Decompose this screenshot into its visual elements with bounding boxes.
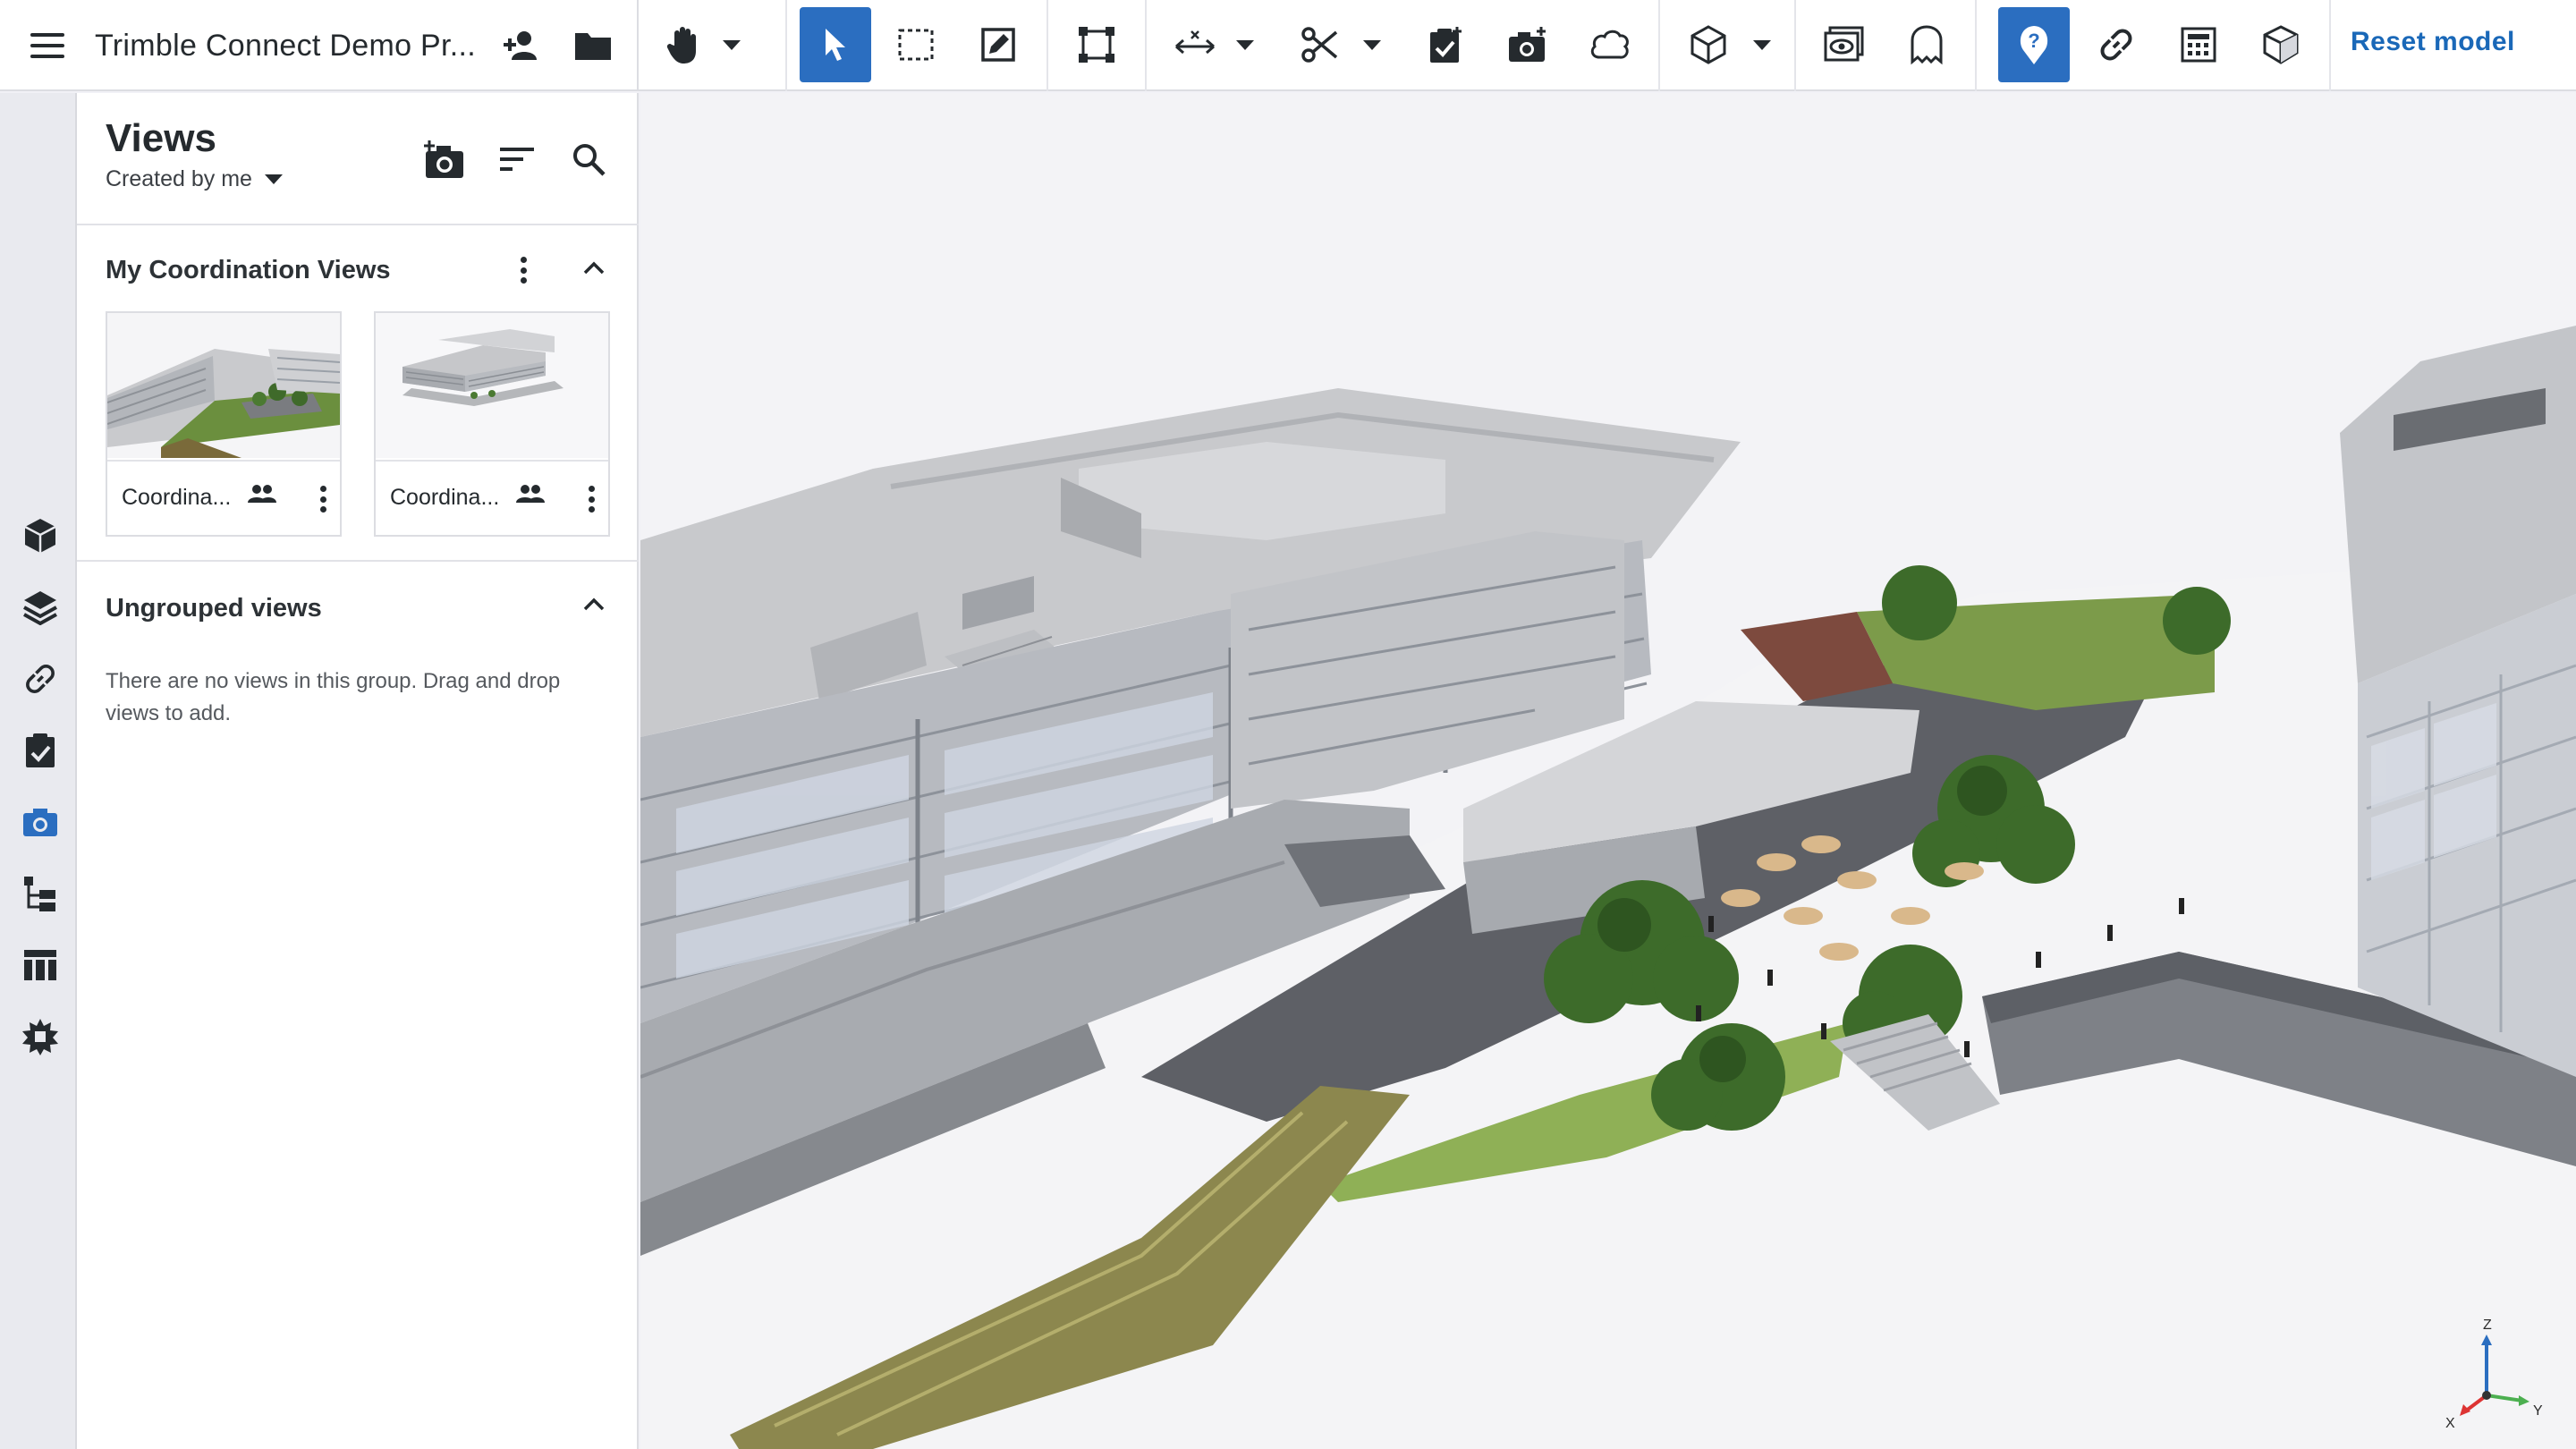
camera-plus-icon[interactable] [420,134,470,184]
toolbar-divider [1046,0,1048,91]
created-by-filter[interactable]: Created by me [106,166,283,192]
view-card[interactable]: Coordina... [106,311,342,537]
view-card[interactable]: Coordina... [374,311,610,537]
group-title[interactable]: Ungrouped views [106,594,322,623]
toolbar-divider [1794,0,1796,91]
toolbar-divider [1975,0,1977,91]
more-options-icon[interactable] [578,481,605,517]
axis-y-label: Y [2533,1403,2543,1419]
clash-icon[interactable] [18,1014,63,1059]
link-icon[interactable] [18,657,63,701]
calculator-icon[interactable] [2163,7,2234,82]
clipboard-check-icon[interactable] [18,728,63,773]
layers-icon[interactable] [18,585,63,630]
chevron-down-icon [264,174,283,184]
sort-icon[interactable] [492,134,542,184]
project-header: Trimble Connect Demo Pr... [0,0,639,91]
frame-corners-icon[interactable] [1061,7,1132,82]
eye-screen-icon[interactable] [1809,7,1880,82]
chevron-down-icon[interactable] [1354,7,1390,82]
half-cube-icon[interactable] [2245,7,2317,82]
view-card-footer: Coordina... [376,460,608,535]
search-icon[interactable] [564,134,614,184]
model-viewport[interactable]: Z Y X [640,93,2576,1449]
chevron-down-icon[interactable] [714,7,750,82]
more-options-icon[interactable] [309,481,336,517]
cursor-arrow-icon[interactable] [800,7,871,82]
cloud-icon[interactable] [1574,7,1646,82]
view-card-label[interactable]: Coordina... [122,485,231,511]
clipboard-check-icon[interactable] [1410,7,1481,82]
empty-group-message: There are no views in this group. Drag a… [106,669,561,725]
view-card-footer: Coordina... [107,460,340,535]
camera-plus-icon[interactable] [1492,7,1563,82]
reset-model-button[interactable]: Reset model [2351,27,2515,57]
axis-x-label: X [2445,1416,2455,1431]
person-add-icon[interactable] [499,23,544,68]
left-rail [0,93,77,1449]
app-window: Trimble Connect Demo Pr... ? Reset model… [0,0,2576,1449]
cube-icon[interactable] [1673,7,1744,82]
svg-text:?: ? [2028,30,2039,52]
project-title[interactable]: Trimble Connect Demo Pr... [95,29,488,64]
divider [77,224,639,225]
scissors-icon[interactable] [1284,7,1356,82]
dashed-rectangle-icon[interactable] [880,7,952,82]
view-card-label[interactable]: Coordina... [390,485,499,511]
top-bar: Trimble Connect Demo Pr... ? Reset model [0,0,2576,91]
ghost-icon[interactable] [1891,7,1962,82]
folder-icon[interactable] [571,23,615,68]
tree-list-icon[interactable] [18,871,63,916]
toolbar-divider [785,0,787,91]
people-icon [515,483,547,512]
view-thumbnail[interactable] [376,313,608,458]
toolbar-divider [1658,0,1660,91]
table-icon[interactable] [18,943,63,987]
people-icon [247,483,279,512]
hamburger-menu-icon[interactable] [30,33,64,58]
group-title[interactable]: My Coordination Views [106,256,391,285]
more-options-icon[interactable] [510,252,537,288]
pencil-square-icon[interactable] [962,7,1034,82]
measure-arrows-icon[interactable] [1159,7,1231,82]
axis-z-label: Z [2483,1318,2492,1333]
chevron-down-icon[interactable] [1227,7,1263,82]
link-icon[interactable] [2080,7,2152,82]
filter-label: Created by me [106,166,252,191]
view-thumbnail[interactable] [107,313,340,458]
toolbar: ? Reset model [640,0,2576,91]
toolbar-divider [2329,0,2331,91]
toolbar-divider [1145,0,1147,91]
camera-icon[interactable] [18,800,63,844]
question-pin-icon[interactable]: ? [1998,7,2070,82]
building-model-render[interactable] [640,93,2576,1449]
chevron-down-icon[interactable] [1744,7,1780,82]
panel-title: Views [106,116,216,160]
chevron-up-icon[interactable] [576,587,612,623]
chevron-up-icon[interactable] [576,250,612,286]
orientation-axes[interactable]: Z Y X [2433,1315,2549,1431]
cube-icon[interactable] [18,513,63,558]
views-panel: Views Created by me My Coordination View… [77,93,639,1449]
divider [77,560,639,562]
hand-icon[interactable] [649,7,721,82]
